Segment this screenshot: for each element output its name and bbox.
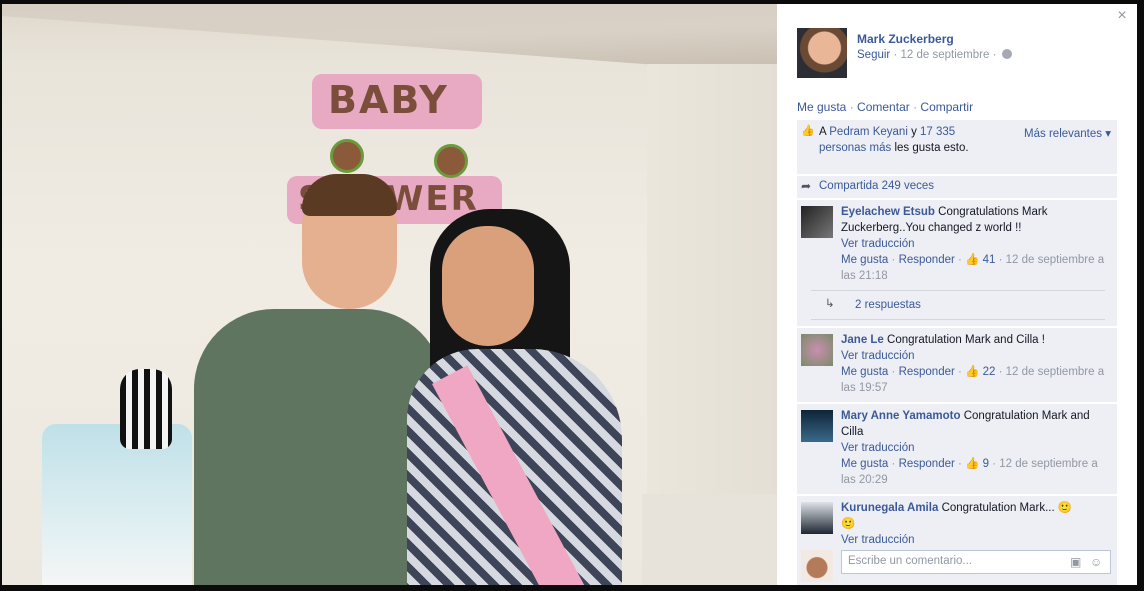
- photo-ceiling: [2, 4, 777, 66]
- comment-author[interactable]: Mary Anne Yamamoto: [841, 410, 961, 422]
- comment-body: Mary Anne Yamamoto Congratulation Mark a…: [841, 408, 1111, 440]
- likes-summary: 👍 Más relevantes ▾ A Pedram Keyani y 17 …: [797, 120, 1117, 176]
- banner-top-text: BABY: [328, 78, 449, 122]
- comment-like-button[interactable]: Me gusta: [841, 254, 888, 266]
- separator: ·: [891, 254, 896, 266]
- zebra-toy: [120, 369, 172, 449]
- person-face: [442, 226, 534, 346]
- separator: ·: [913, 100, 918, 114]
- shares-text[interactable]: Compartida 249 veces: [819, 180, 934, 192]
- comment-meta: Me gusta · Responder · 👍 22 · 12 de sept…: [841, 364, 1111, 396]
- feedback-section: 👍 Más relevantes ▾ A Pedram Keyani y 17 …: [797, 120, 1117, 580]
- post-meta: Seguir · 12 de septiembre ·: [857, 49, 1012, 61]
- share-button[interactable]: Compartir: [920, 100, 973, 114]
- photo[interactable]: BABY SHOWER: [2, 4, 777, 585]
- reply-button[interactable]: Responder: [899, 458, 955, 470]
- comment-item: Mary Anne Yamamoto Congratulation Mark a…: [797, 404, 1117, 496]
- comment-body: Jane Le Congratulation Mark and Cilla !: [841, 332, 1111, 348]
- post-actions: Me gusta · Comentar · Compartir: [797, 100, 973, 114]
- avatar[interactable]: [801, 502, 833, 534]
- replies-link[interactable]: ↳ 2 respuestas: [811, 290, 1105, 320]
- translate-link[interactable]: Ver traducción: [841, 348, 1111, 364]
- separator: ·: [998, 254, 1003, 266]
- comment-author[interactable]: Eyelachew Etsub: [841, 206, 935, 218]
- reply-button[interactable]: Responder: [899, 366, 955, 378]
- likes-suffix: les gusta esto.: [894, 142, 969, 154]
- comment-author[interactable]: Kurunegala Amila: [841, 502, 938, 514]
- comment-composer: Escribe un comentario... ▣ ☺: [797, 544, 1117, 585]
- monkey-decoration: [330, 139, 364, 173]
- separator: ·: [992, 458, 997, 470]
- post-header: Mark Zuckerberg Seguir · 12 de septiembr…: [797, 28, 1117, 78]
- separator: ·: [958, 254, 962, 266]
- close-icon[interactable]: ×: [1113, 7, 1131, 25]
- comment-meta: Me gusta · Responder · 👍 9 · 12 de septi…: [841, 456, 1111, 488]
- comment-input[interactable]: Escribe un comentario... ▣ ☺: [841, 550, 1111, 574]
- separator: ·: [958, 458, 962, 470]
- comment-author[interactable]: Jane Le: [841, 334, 884, 346]
- person-hair: [302, 174, 397, 216]
- avatar[interactable]: [801, 334, 833, 366]
- avatar: [801, 550, 833, 582]
- comment-body: Eyelachew Etsub Congratulations Mark Zuc…: [841, 204, 1111, 236]
- post-date[interactable]: 12 de septiembre: [901, 49, 990, 61]
- camera-icon[interactable]: ▣: [1070, 556, 1084, 568]
- separator: ·: [992, 49, 997, 61]
- comment-item: Eyelachew Etsub Congratulations Mark Zuc…: [797, 200, 1117, 328]
- avatar[interactable]: [797, 28, 847, 78]
- separator: ·: [891, 366, 896, 378]
- comment-item: Jane Le Congratulation Mark and Cilla ! …: [797, 328, 1117, 404]
- emoji-icon[interactable]: ☺: [1090, 556, 1104, 568]
- sort-dropdown[interactable]: Más relevantes ▾: [1024, 126, 1111, 142]
- reply-arrow-icon: ↳: [825, 298, 835, 310]
- smile-emoji-icon: 🙂: [1057, 502, 1073, 514]
- likes-text: A Pedram Keyani y 17 335 personas más le…: [819, 124, 999, 156]
- comment-like-button[interactable]: Me gusta: [841, 458, 888, 470]
- share-icon: ➦: [801, 179, 812, 193]
- comment-like-button[interactable]: Me gusta: [841, 366, 888, 378]
- photo-door: [642, 494, 777, 585]
- separator: ·: [958, 366, 962, 378]
- thumbs-up-icon: 👍: [965, 254, 980, 266]
- comment-like-count[interactable]: 9: [983, 458, 989, 470]
- comment-button[interactable]: Comentar: [857, 100, 910, 114]
- globe-icon[interactable]: [1001, 49, 1012, 59]
- translate-link[interactable]: Ver traducción: [841, 440, 1111, 456]
- comment-body: Kurunegala Amila Congratulation Mark... …: [841, 500, 1111, 532]
- sort-label: Más relevantes: [1024, 128, 1103, 140]
- thumbs-up-icon: 👍: [965, 458, 980, 470]
- comment-meta: Me gusta · Responder · 👍 41 · 12 de sept…: [841, 252, 1111, 284]
- likes-prefix: A: [819, 126, 827, 138]
- like-button[interactable]: Me gusta: [797, 100, 846, 114]
- separator: ·: [998, 366, 1003, 378]
- separator: ·: [891, 458, 896, 470]
- post-panel: × Mark Zuckerberg Seguir · 12 de septiem…: [777, 4, 1137, 585]
- monkey-decoration: [434, 144, 468, 178]
- thumbs-up-icon: 👍: [965, 366, 980, 378]
- reply-button[interactable]: Responder: [899, 254, 955, 266]
- diaper-cake: [42, 424, 192, 585]
- shares-summary[interactable]: ➦ Compartida 249 veces: [797, 176, 1117, 200]
- comment-like-count[interactable]: 41: [983, 254, 996, 266]
- comment-like-count[interactable]: 22: [983, 366, 996, 378]
- likes-and: y: [911, 126, 917, 138]
- separator: ·: [893, 49, 898, 61]
- smile-emoji-icon: 🙂: [841, 518, 856, 530]
- comment-placeholder: Escribe un comentario...: [848, 555, 973, 567]
- avatar[interactable]: [801, 206, 833, 238]
- avatar[interactable]: [801, 410, 833, 442]
- author-name[interactable]: Mark Zuckerberg: [857, 32, 954, 46]
- comment-text: Congratulation Mark...: [941, 502, 1055, 514]
- comment-text: Congratulation Mark and Cilla !: [887, 334, 1045, 346]
- follow-link[interactable]: Seguir: [857, 49, 890, 61]
- liker-link[interactable]: Pedram Keyani: [829, 126, 908, 138]
- thumbs-up-icon: 👍: [801, 125, 815, 137]
- translate-link[interactable]: Ver traducción: [841, 236, 1111, 252]
- separator: ·: [849, 100, 854, 114]
- replies-label[interactable]: 2 respuestas: [855, 299, 921, 311]
